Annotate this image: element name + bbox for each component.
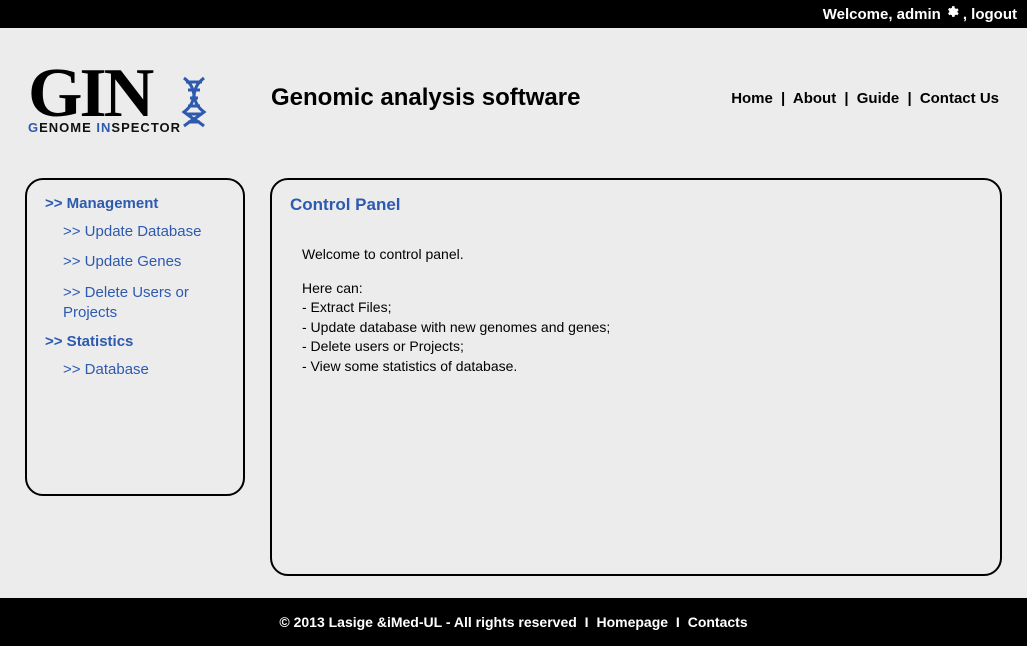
content-title: Control Panel [290, 195, 982, 215]
nav-home[interactable]: Home [731, 90, 773, 107]
sidebar-item-update-database[interactable]: >> Update Database [63, 222, 225, 242]
sidebar: >> Management >> Update Database >> Upda… [25, 178, 245, 496]
header: GIN GENOME INSPECTOR [0, 28, 1027, 168]
logout-link[interactable]: , logout [963, 6, 1017, 23]
top-nav: Home | About | Guide | Contact Us [731, 90, 1007, 107]
content-panel: Control Panel Welcome to control panel. … [270, 178, 1002, 576]
welcome-text: Welcome, admin [823, 6, 941, 23]
footer-contacts[interactable]: Contacts [688, 614, 748, 630]
content-bullet-2: - Update database with new genomes and g… [302, 318, 982, 338]
nav-contact[interactable]: Contact Us [920, 90, 999, 107]
nav-about[interactable]: About [793, 90, 836, 107]
content-welcome: Welcome to control panel. [302, 245, 982, 265]
logo-main: GIN [28, 62, 181, 125]
gear-icon[interactable] [945, 5, 959, 23]
content-bullet-3: - Delete users or Projects; [302, 337, 982, 357]
content-body: Welcome to control panel. Here can: - Ex… [302, 245, 982, 377]
sidebar-item-delete-users-projects[interactable]: >> Delete Users or Projects [63, 283, 225, 324]
sidebar-item-update-genes[interactable]: >> Update Genes [63, 252, 225, 272]
sidebar-item-database[interactable]: >> Database [63, 360, 225, 380]
footer-homepage[interactable]: Homepage [596, 614, 668, 630]
page-tagline: Genomic analysis software [271, 84, 731, 112]
sidebar-head-statistics[interactable]: >> Statistics [45, 333, 225, 350]
sidebar-head-management[interactable]: >> Management [45, 195, 225, 212]
dna-icon [176, 74, 212, 135]
content-bullet-1: - Extract Files; [302, 298, 982, 318]
main-area: >> Management >> Update Database >> Upda… [0, 168, 1027, 586]
footer-copyright: © 2013 Lasige &iMed-UL - All rights rese… [279, 614, 576, 630]
nav-guide[interactable]: Guide [857, 90, 900, 107]
content-bullet-4: - View some statistics of database. [302, 357, 982, 377]
topbar: Welcome, admin , logout [0, 0, 1027, 28]
logo: GIN GENOME INSPECTOR [28, 62, 243, 135]
content-here-can: Here can: [302, 279, 982, 299]
footer: © 2013 Lasige &iMed-UL - All rights rese… [0, 598, 1027, 646]
logo-subtitle: GENOME INSPECTOR [28, 120, 181, 135]
